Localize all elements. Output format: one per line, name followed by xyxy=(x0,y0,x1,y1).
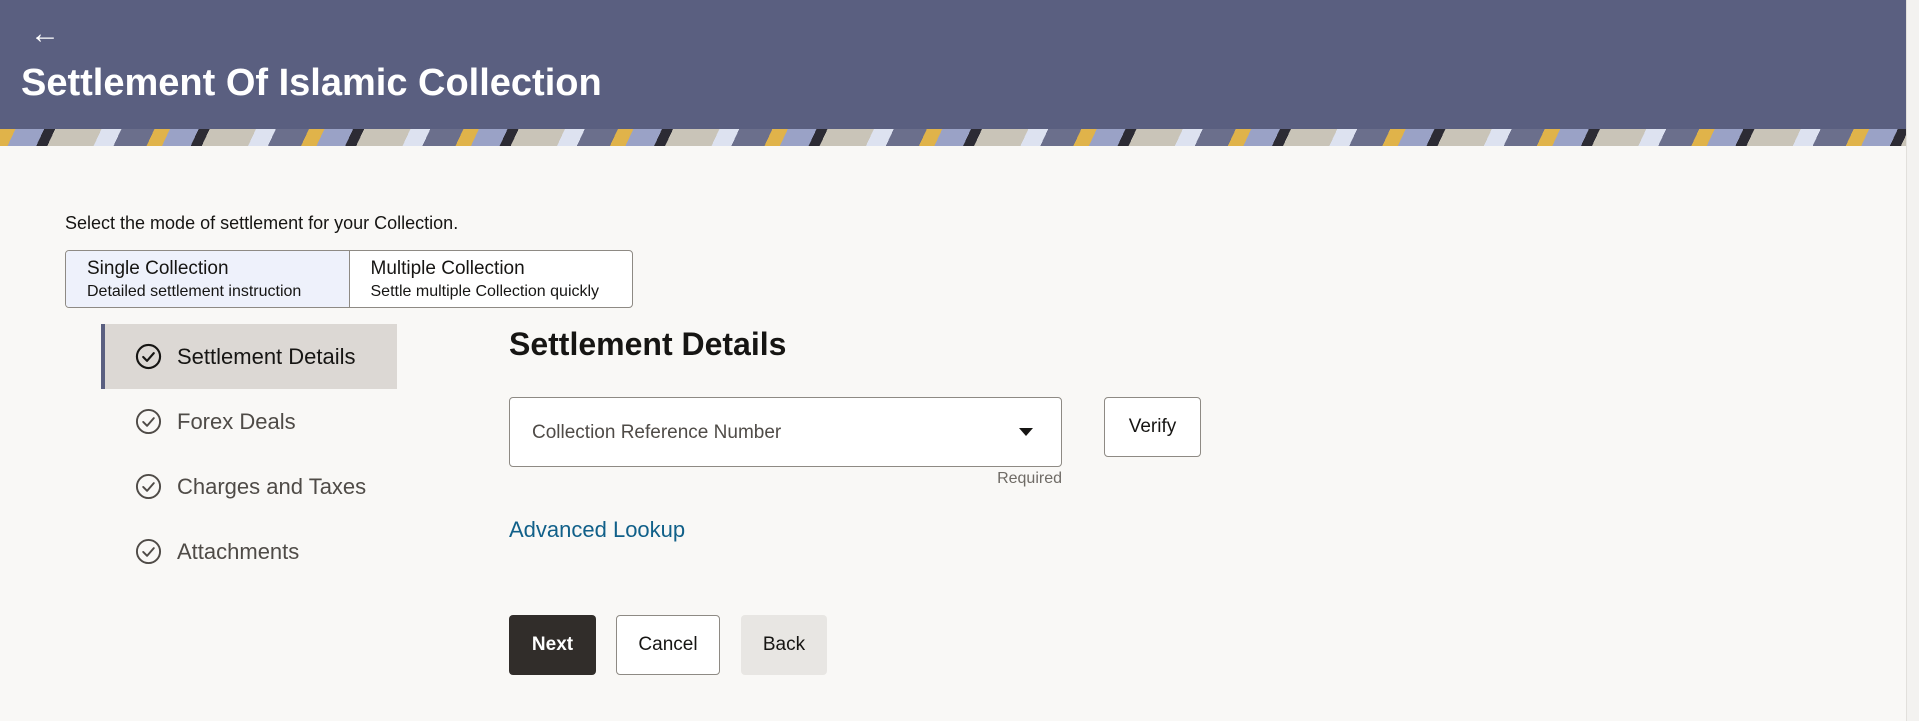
section-title: Settlement Details xyxy=(509,326,787,362)
cancel-button[interactable]: Cancel xyxy=(616,615,720,675)
advanced-lookup-link[interactable]: Advanced Lookup xyxy=(509,517,685,543)
verify-button[interactable]: Verify xyxy=(1104,397,1201,457)
step-label: Charges and Taxes xyxy=(177,473,367,499)
check-circle-icon xyxy=(135,408,162,435)
mode-option-title: Single Collection xyxy=(87,258,229,279)
check-circle-icon xyxy=(135,538,162,565)
vertical-scrollbar[interactable] xyxy=(1906,0,1919,721)
step-label: Forex Deals xyxy=(177,408,296,434)
mode-option-multiple-collection[interactable]: Multiple Collection Settle multiple Coll… xyxy=(350,251,633,307)
step-forex-deals[interactable]: Forex Deals xyxy=(101,389,397,454)
collection-reference-select[interactable]: Collection Reference Number xyxy=(509,397,1062,467)
step-attachments[interactable]: Attachments xyxy=(101,519,397,584)
check-circle-icon xyxy=(135,473,162,500)
step-navigation: Settlement Details Forex Deals Charges a… xyxy=(101,324,397,584)
step-label: Attachments xyxy=(177,538,300,564)
check-circle-icon xyxy=(135,343,162,370)
collection-reference-placeholder: Collection Reference Number xyxy=(532,422,782,443)
back-arrow-icon[interactable]: ← xyxy=(30,18,62,50)
caret-down-icon xyxy=(1019,428,1033,436)
mode-option-subtitle: Settle multiple Collection quickly xyxy=(370,283,600,300)
header-decorative-band xyxy=(0,129,1906,146)
mode-option-single-collection[interactable]: Single Collection Detailed settlement in… xyxy=(66,251,350,307)
settlement-mode-prompt: Select the mode of settlement for your C… xyxy=(65,213,459,233)
step-settlement-details[interactable]: Settlement Details xyxy=(101,324,397,389)
page-title: Settlement Of Islamic Collection xyxy=(21,62,602,104)
next-button[interactable]: Next xyxy=(509,615,596,675)
step-charges-and-taxes[interactable]: Charges and Taxes xyxy=(101,454,397,519)
settlement-mode-toggle: Single Collection Detailed settlement in… xyxy=(65,250,633,308)
back-button[interactable]: Back xyxy=(741,615,827,675)
required-hint: Required xyxy=(997,470,1062,487)
mode-option-subtitle: Detailed settlement instruction xyxy=(87,283,302,300)
page-header: ← Settlement Of Islamic Collection xyxy=(0,0,1906,146)
step-label: Settlement Details xyxy=(177,343,356,369)
mode-option-title: Multiple Collection xyxy=(370,258,525,279)
